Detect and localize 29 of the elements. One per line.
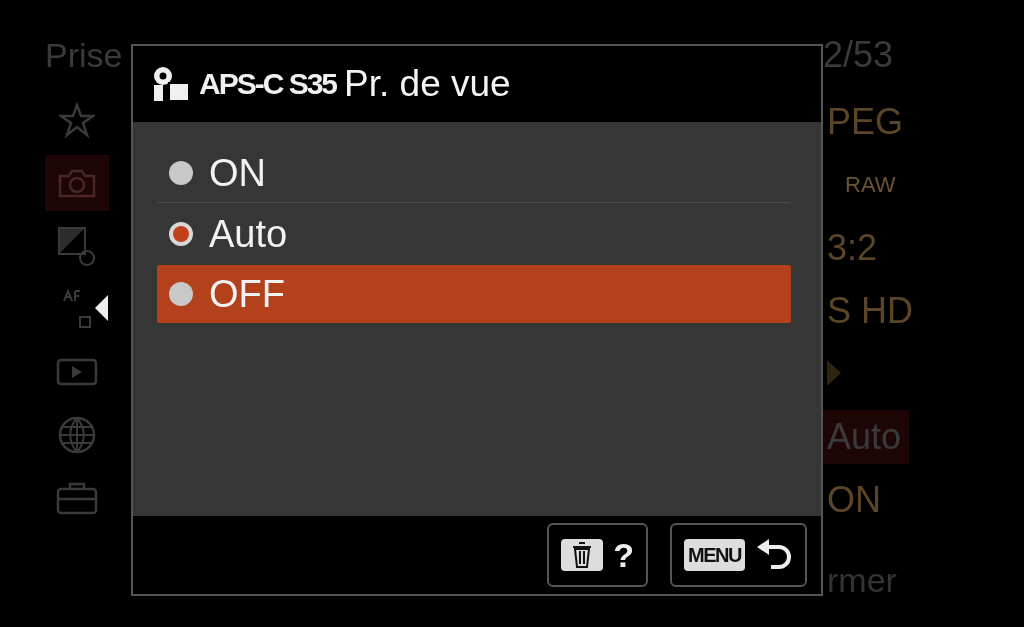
option-row[interactable]: Auto bbox=[157, 205, 791, 263]
play-icon bbox=[56, 357, 98, 386]
menu-title: Prise bbox=[45, 35, 123, 76]
page-counter: 2/53 bbox=[822, 34, 894, 77]
setting-value[interactable]: S HD bbox=[819, 283, 921, 338]
format-label: APS-C S35 bbox=[199, 67, 337, 101]
toolbox-icon bbox=[56, 480, 98, 515]
right-arrow-icon bbox=[827, 359, 841, 386]
option-label: Auto bbox=[209, 212, 288, 256]
option-label: ON bbox=[209, 151, 266, 195]
star-icon bbox=[59, 101, 95, 138]
af-icon bbox=[62, 288, 92, 329]
setting-value[interactable]: 3:2 bbox=[819, 220, 886, 275]
trash-icon bbox=[561, 539, 604, 571]
camera-crop-icon bbox=[151, 65, 191, 103]
left-arrow-icon[interactable] bbox=[95, 294, 109, 321]
setting-value[interactable]: RAW bbox=[819, 157, 904, 212]
setting-value[interactable]: ON bbox=[819, 472, 889, 527]
option-row[interactable]: ON bbox=[157, 144, 791, 203]
help-button[interactable]: ? bbox=[547, 523, 649, 587]
radio-button[interactable] bbox=[169, 222, 193, 246]
setting-value[interactable]: PEG bbox=[819, 94, 912, 149]
globe-icon bbox=[58, 415, 96, 454]
option-label: OFF bbox=[209, 272, 285, 316]
radio-button[interactable] bbox=[169, 161, 193, 185]
dialog-title: Pr. de vue bbox=[344, 63, 511, 105]
option-row[interactable]: OFF bbox=[157, 265, 791, 323]
radio-button[interactable] bbox=[169, 282, 193, 306]
back-button[interactable]: MENU bbox=[670, 523, 807, 587]
